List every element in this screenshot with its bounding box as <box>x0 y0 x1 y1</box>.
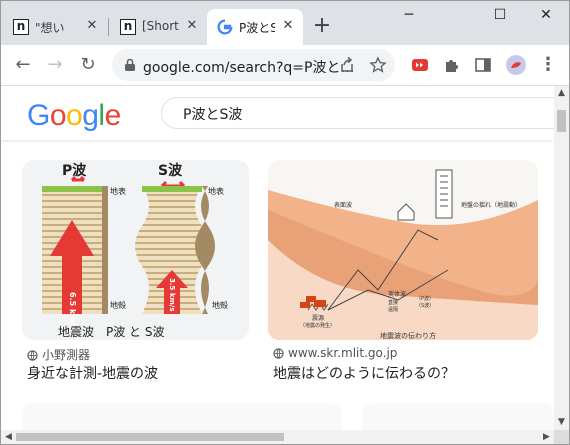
result-source[interactable]: www.skr.mlit.go.jp <box>273 346 397 360</box>
propagation-caption: 地震波の伝わり方 <box>380 331 436 340</box>
logo-letter: g <box>82 99 99 132</box>
source-text: www.skr.mlit.go.jp <box>288 346 398 360</box>
new-tab-button[interactable]: + <box>312 15 332 37</box>
vertical-scrollbar[interactable]: ▲ ▼ <box>554 86 569 430</box>
p-s-wave-illustration: P波 S波 地表 地表 地殻 地殻 6.5 km/s 3.5 km/s 地震波 … <box>42 162 228 339</box>
scroll-up-arrow-icon[interactable]: ▲ <box>554 86 569 101</box>
tab-separator <box>108 18 109 36</box>
direct-label: 直接 <box>388 299 398 306</box>
hypocenter-label: 震源 <box>312 314 324 322</box>
search-header: Google P波とS波 <box>1 86 554 140</box>
surface-label-p: 地表 <box>110 186 126 196</box>
scroll-down-arrow-icon[interactable]: ▼ <box>554 415 569 430</box>
close-window-button[interactable]: ✕ <box>531 5 561 25</box>
p-wave-label: P波 <box>62 162 87 179</box>
search-query-text: P波とS波 <box>183 107 243 123</box>
close-tab-icon[interactable]: ✕ <box>279 17 297 35</box>
address-bar[interactable]: google.com/search?q=P波と… <box>112 49 395 81</box>
crust-label-s: 地殻 <box>212 300 228 310</box>
horizontal-scrollbar[interactable]: ◀ ▶ <box>1 430 554 444</box>
p-wave-note: （P波） <box>416 295 434 302</box>
result-image-wave-propagation[interactable]: 表面波 地盤の揺れ（地震動） 実体波 （P波） （S波） 直接 遠隔 震源 （地… <box>268 160 538 340</box>
logo-letter: e <box>104 99 122 132</box>
wave-propagation-diagram: 表面波 地盤の揺れ（地震動） 実体波 （P波） （S波） 直接 遠隔 震源 （地… <box>268 160 538 340</box>
s-wave-label: S波 <box>158 162 183 179</box>
horizontal-scroll-thumb[interactable] <box>16 433 284 441</box>
google-logo[interactable]: Google <box>27 99 121 133</box>
n-icon: n <box>120 19 136 35</box>
globe-icon <box>27 350 38 361</box>
lock-icon[interactable] <box>124 58 136 72</box>
result-source[interactable]: 小野測器 <box>27 346 90 363</box>
close-tab-icon[interactable]: ✕ <box>183 17 201 35</box>
tab-title: [Short <box>142 19 179 33</box>
ground-shake-label: 地盤の揺れ（地震動） <box>461 201 521 209</box>
logo-letter: G <box>27 99 50 132</box>
n-icon: n <box>13 19 29 35</box>
url-text: google.com/search?q=P波と… <box>143 60 355 76</box>
forward-icon[interactable]: → <box>45 55 65 75</box>
globe-icon <box>273 348 284 359</box>
result-title[interactable]: 地震はどのように伝わるの？ <box>273 363 455 383</box>
body-wave-label: 実体波 <box>388 290 406 298</box>
result-card-placeholder[interactable] <box>22 403 342 430</box>
tab-title: "想い <box>35 21 65 35</box>
seismic-caption: 地震波 P波 と S波 <box>58 325 164 339</box>
close-tab-icon[interactable]: ✕ <box>83 17 101 35</box>
logo-letter: o <box>49 99 67 132</box>
side-panel-icon[interactable] <box>474 56 492 74</box>
surface-label-s: 地表 <box>208 186 224 196</box>
s-speed-label: 3.5 km/s <box>168 278 176 312</box>
video-extension-icon[interactable] <box>411 56 429 74</box>
far-label: 遠隔 <box>388 306 398 313</box>
minimize-button[interactable]: ─ <box>394 5 424 25</box>
reload-icon[interactable]: ↻ <box>78 55 98 75</box>
tab-title: P波とS <box>239 21 275 35</box>
result-image-seismic-waves[interactable]: P波 S波 地表 地表 地殻 地殻 6.5 km/s 3.5 km/s 地震波 … <box>22 160 249 340</box>
back-icon[interactable]: ← <box>13 55 33 75</box>
hypocenter-sub-label: （地震の発生） <box>300 322 335 329</box>
toolbar: ← → ↻ google.com/search?q=P波と… ⋮ <box>1 45 569 85</box>
scrollbar-corner <box>554 430 569 444</box>
scroll-right-arrow-icon[interactable]: ▶ <box>539 430 554 444</box>
extensions-puzzle-icon[interactable] <box>443 56 461 74</box>
more-menu-icon[interactable]: ⋮ <box>538 55 558 75</box>
crust-label-p: 地殻 <box>110 300 126 310</box>
vertical-scroll-thumb[interactable] <box>557 110 566 132</box>
share-icon[interactable] <box>338 56 356 74</box>
maximize-button[interactable]: ☐ <box>485 5 515 25</box>
bookmark-star-icon[interactable] <box>369 56 387 74</box>
source-text: 小野測器 <box>42 348 91 362</box>
google-g-icon <box>217 19 233 35</box>
surface-wave-label: 表面波 <box>334 201 352 209</box>
tab-2[interactable]: n [Short ✕ <box>110 9 208 45</box>
search-input[interactable]: P波とS波 <box>161 97 554 129</box>
scroll-left-arrow-icon[interactable]: ◀ <box>1 430 16 444</box>
s-wave-note: （S波） <box>416 302 434 309</box>
tab-3-active[interactable]: P波とS ✕ <box>207 9 303 45</box>
page-content: Google P波とS波 P波 S波 地表 地表 地殻 地殻 6.5 km/s … <box>1 86 554 430</box>
tab-strip: n "想い ✕ n [Short ✕ P波とS ✕ + ─ ☐ ✕ <box>1 1 569 45</box>
result-card-placeholder[interactable] <box>362 403 554 430</box>
result-title[interactable]: 身近な計測-地震の波 <box>27 363 158 383</box>
logo-letter: o <box>66 99 83 132</box>
browser-window: n "想い ✕ n [Short ✕ P波とS ✕ + ─ ☐ ✕ ← → ↻ <box>0 0 570 445</box>
profile-avatar-icon[interactable] <box>505 54 527 76</box>
tab-1[interactable]: n "想い ✕ <box>3 9 103 45</box>
